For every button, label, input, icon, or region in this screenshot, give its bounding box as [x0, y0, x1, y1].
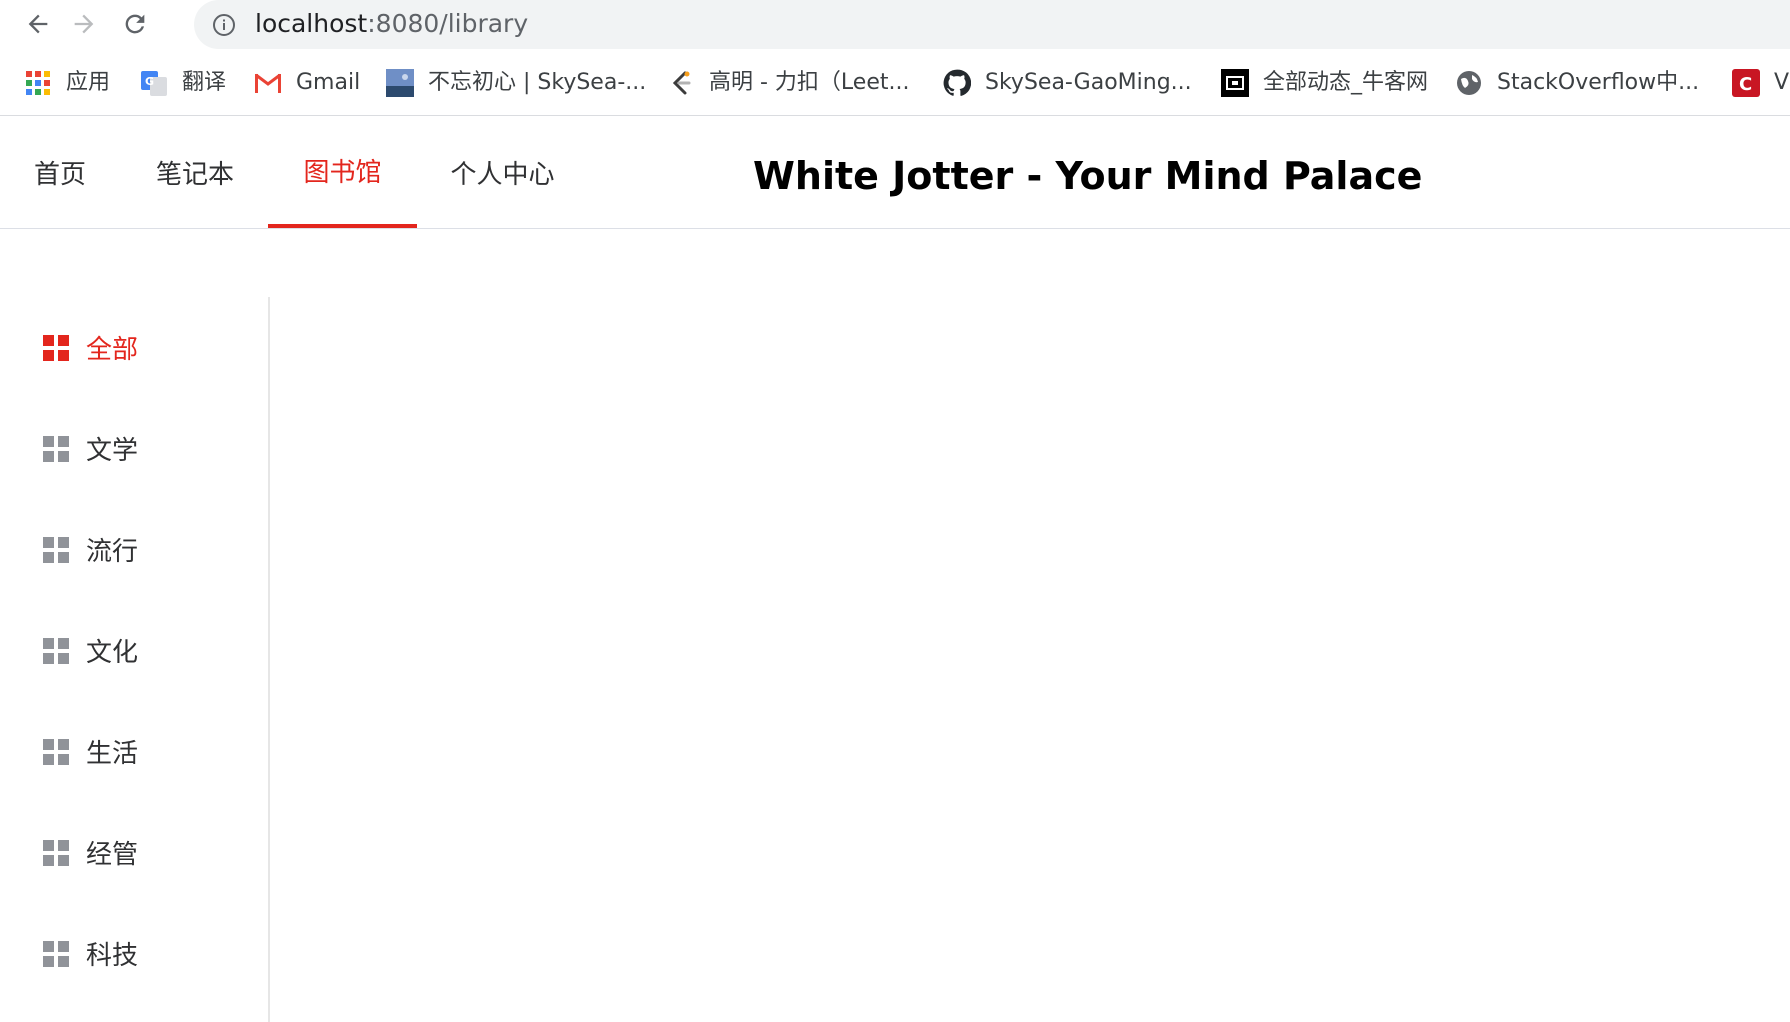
category-sidebar: 全部 文学 流行 文化 生活 经管 科技	[0, 297, 270, 1022]
bookmark-label: SkySea-GaoMing...	[985, 70, 1192, 95]
grid-icon	[43, 536, 69, 563]
back-button[interactable]	[20, 6, 56, 42]
browser-toolbar: localhost:8080/library	[0, 0, 1790, 49]
arrow-right-icon	[74, 14, 94, 34]
nowcoder-icon	[1221, 69, 1249, 97]
svg-text:G: G	[145, 75, 154, 88]
gmail-icon	[254, 69, 282, 97]
github-icon	[943, 69, 971, 97]
bookmark-label: 翻译	[182, 70, 227, 95]
leetcode-icon	[667, 69, 695, 97]
category-technology[interactable]: 科技	[0, 903, 268, 1004]
bookmark-gmail[interactable]: Gmail	[254, 66, 360, 100]
tab-library[interactable]: 图书馆	[268, 117, 417, 228]
tab-home[interactable]: 首页	[20, 117, 100, 228]
bookmark-label: 不忘初心 | SkySea-...	[428, 70, 647, 95]
category-literature[interactable]: 文学	[0, 398, 268, 499]
bookmark-leetcode[interactable]: 高明 - 力扣（Leet...	[667, 66, 909, 100]
category-popular[interactable]: 流行	[0, 499, 268, 600]
bookmark-nowcoder[interactable]: 全部动态_牛客网	[1221, 66, 1428, 100]
category-label: 生活	[86, 739, 139, 769]
bookmark-github[interactable]: SkySea-GaoMing...	[943, 66, 1192, 100]
reload-icon	[125, 14, 145, 34]
reload-button[interactable]	[117, 6, 153, 42]
category-label: 文学	[86, 436, 139, 466]
tab-personal-center[interactable]: 个人中心	[440, 117, 565, 228]
category-label: 经管	[86, 840, 139, 870]
address-bar[interactable]: localhost:8080/library	[194, 0, 1790, 49]
apps-grid-icon	[24, 69, 52, 97]
category-label: 文化	[86, 638, 139, 668]
grid-icon	[43, 637, 69, 664]
globe-icon	[1455, 69, 1483, 97]
grid-icon	[43, 738, 69, 765]
google-translate-icon: G	[140, 69, 168, 97]
category-label: 全部	[86, 335, 139, 365]
url-host: localhost	[255, 9, 368, 38]
bookmark-label: Gmail	[296, 70, 361, 95]
grid-icon	[43, 435, 69, 462]
bookmarks-bar: 应用 G 翻译 Gmail 不忘初心 | SkySea-... 高明 - 力扣（…	[0, 50, 1790, 116]
category-culture[interactable]: 文化	[0, 600, 268, 701]
category-label: 科技	[86, 941, 139, 971]
url-path: :8080/library	[367, 9, 529, 38]
url-text[interactable]: localhost:8080/library	[255, 9, 528, 39]
csdn-icon: C	[1732, 69, 1760, 97]
bookmark-translate[interactable]: G 翻译	[140, 66, 226, 100]
category-life[interactable]: 生活	[0, 701, 268, 802]
forward-button[interactable]	[66, 6, 102, 42]
bookmark-csdn[interactable]: C V	[1732, 66, 1789, 100]
arrow-left-icon	[28, 14, 48, 34]
bookmark-label: 全部动态_牛客网	[1263, 70, 1429, 95]
bookmark-stackoverflow[interactable]: StackOverflow中...	[1455, 66, 1699, 100]
bookmark-apps[interactable]: 应用	[24, 66, 110, 100]
grid-icon	[43, 839, 69, 866]
svg-text:C: C	[1739, 74, 1752, 95]
landscape-thumbnail-icon	[386, 69, 414, 97]
category-economics-management[interactable]: 经管	[0, 802, 268, 903]
grid-icon	[43, 940, 69, 967]
tab-notebook[interactable]: 笔记本	[145, 117, 245, 228]
bookmark-skysea-blog[interactable]: 不忘初心 | SkySea-...	[386, 66, 646, 100]
info-icon[interactable]	[212, 13, 236, 37]
bookmark-label: 高明 - 力扣（Leet...	[709, 70, 910, 95]
category-label: 流行	[86, 537, 139, 567]
bookmark-label: StackOverflow中...	[1497, 70, 1700, 95]
app-navbar: 首页 笔记本 图书馆 个人中心 White Jotter - Your Mind…	[0, 117, 1790, 229]
bookmark-label: V	[1774, 70, 1790, 95]
book-list-area	[272, 230, 1790, 1022]
grid-icon	[43, 334, 69, 361]
bookmark-label: 应用	[66, 70, 111, 95]
app-title: White Jotter - Your Mind Palace	[753, 154, 1423, 198]
category-all[interactable]: 全部	[0, 297, 268, 398]
